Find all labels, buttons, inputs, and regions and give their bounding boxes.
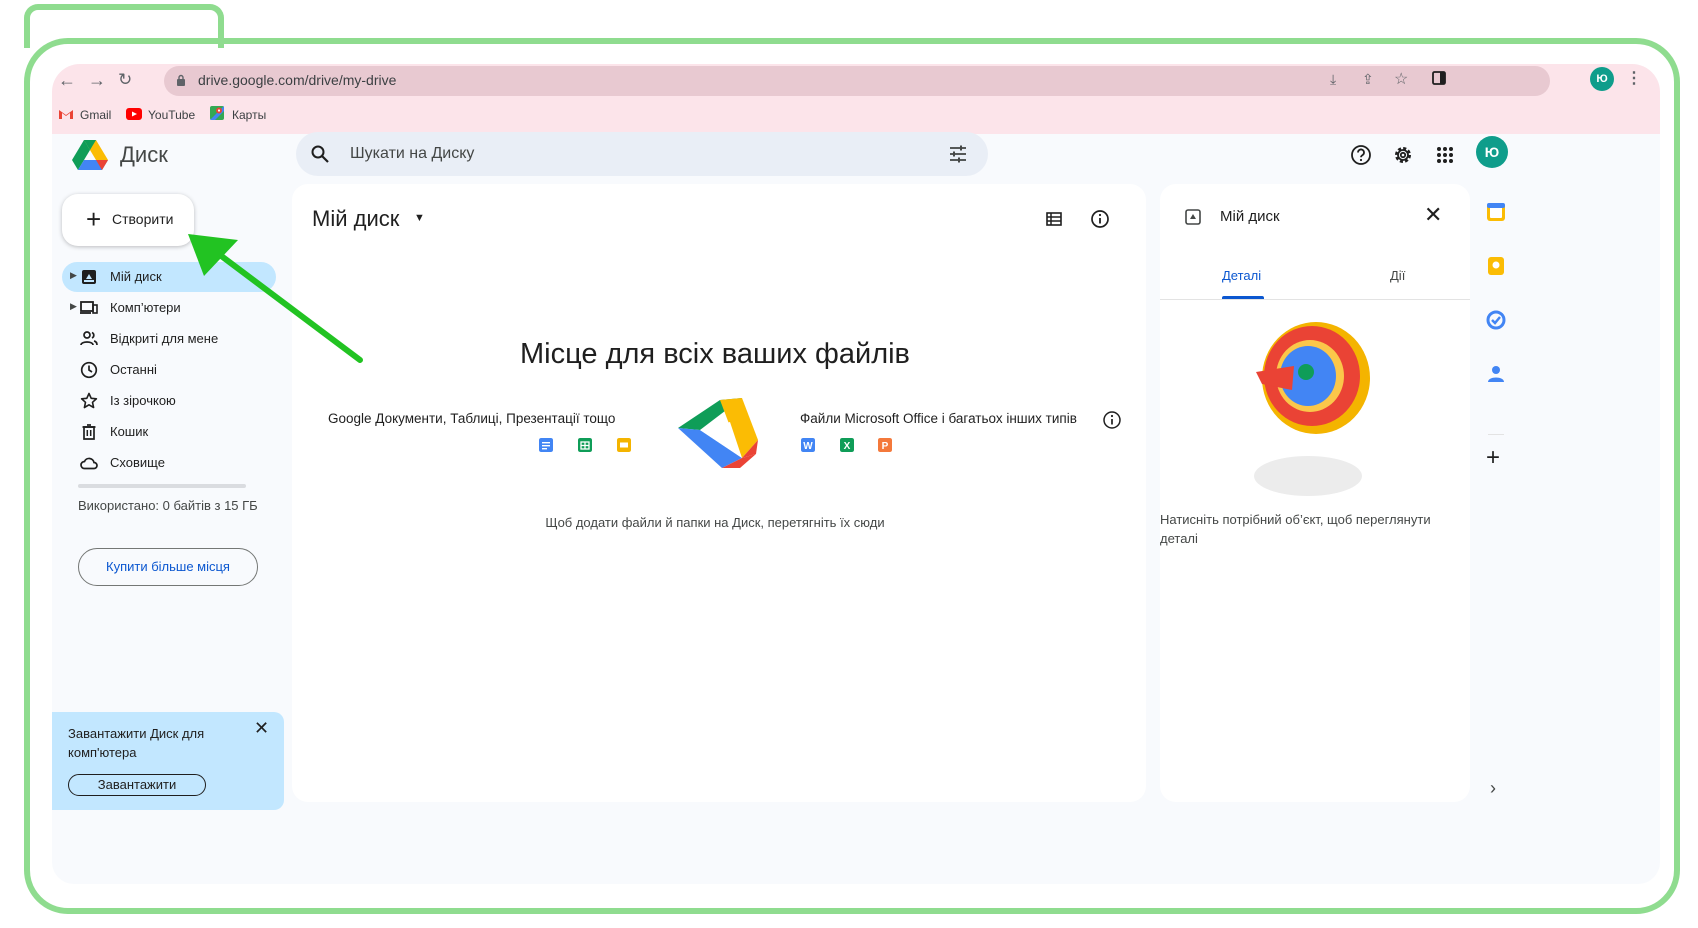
details-empty-illustration <box>1254 322 1370 496</box>
google-apps-caption: Google Документи, Таблиці, Презентації т… <box>328 411 616 426</box>
main-content: Мій диск ▼ Місце для всіх ваших файлів G… <box>292 184 1146 802</box>
sidebar-item-label: Останні <box>110 362 157 377</box>
gmail-icon <box>59 110 73 119</box>
download-button[interactable]: Завантажити <box>68 774 206 796</box>
drive-files-illustration <box>678 398 758 468</box>
chevron-right-icon[interactable]: › <box>1490 778 1496 799</box>
tasks-icon[interactable] <box>1486 310 1506 330</box>
computers-icon <box>80 301 98 314</box>
sidebar-item-label: Мій диск <box>110 269 162 284</box>
keep-icon[interactable] <box>1486 256 1506 276</box>
empty-state-title: Місце для всіх ваших файлів <box>520 338 910 370</box>
promo-text: Завантажити Диск для комп'ютера <box>68 726 205 760</box>
tab-details[interactable]: Деталі <box>1222 268 1261 283</box>
create-button[interactable]: + Створити <box>62 194 194 246</box>
drag-drop-hint: Щоб додати файли й папки на Диск, перетя… <box>545 515 885 530</box>
info-circle-icon[interactable] <box>1102 410 1122 430</box>
calendar-icon[interactable] <box>1486 202 1506 222</box>
search-options-icon[interactable] <box>948 144 968 164</box>
bookmark-youtube[interactable]: YouTube <box>148 108 195 122</box>
expand-caret-icon[interactable]: ▶ <box>70 301 77 312</box>
clock-icon <box>80 361 98 379</box>
install-app-icon[interactable]: ⤓ <box>1330 71 1336 88</box>
sidebar-item-starred[interactable]: Із зірочкою <box>62 386 276 416</box>
google-docs-icon <box>539 438 553 452</box>
account-avatar[interactable]: Ю <box>1476 136 1508 168</box>
forward-arrow-icon[interactable]: → <box>88 70 106 91</box>
shared-icon <box>80 331 98 346</box>
word-letter: W <box>803 441 813 452</box>
powerpoint-icon: P <box>878 438 892 452</box>
add-addon-icon[interactable]: + <box>1486 444 1500 472</box>
browser-profile-avatar[interactable]: Ю <box>1590 67 1614 91</box>
sidebar-item-label: Із зірочкою <box>110 393 176 408</box>
close-icon[interactable]: ✕ <box>254 718 269 739</box>
browser-toolbar: ← → ↻ drive.google.com/drive/my-drive ⤓ … <box>52 64 1660 134</box>
page-title[interactable]: Мій диск <box>312 206 399 232</box>
settings-gear-icon[interactable] <box>1392 144 1414 166</box>
storage-usage-text: Використано: 0 байтів з 15 ГБ <box>78 498 258 513</box>
cloud-icon <box>80 457 98 470</box>
sidebar-item-storage[interactable]: Сховище <box>62 448 276 478</box>
list-view-icon[interactable] <box>1046 212 1062 226</box>
expand-caret-icon[interactable]: ▶ <box>70 270 77 281</box>
details-title: Мій диск <box>1220 208 1280 225</box>
browser-menu-icon[interactable]: ⋮ <box>1626 68 1642 88</box>
my-drive-icon <box>1185 209 1201 225</box>
excel-icon: X <box>840 438 854 452</box>
sidebar-item-label: Комп’ютери <box>110 300 181 315</box>
info-icon[interactable] <box>1090 209 1110 229</box>
office-files-caption: Файли Microsoft Office і багатьох інших … <box>800 411 1077 426</box>
back-arrow-icon[interactable]: ← <box>58 70 76 91</box>
plus-icon: + <box>86 204 102 234</box>
side-panel-icon[interactable] <box>1432 71 1446 85</box>
apps-grid-icon[interactable] <box>1434 144 1456 166</box>
trash-icon <box>82 424 96 440</box>
excel-letter: X <box>844 441 851 452</box>
sidebar-item-label: Сховище <box>110 455 165 470</box>
contacts-icon[interactable] <box>1486 364 1506 384</box>
close-icon[interactable]: ✕ <box>1424 202 1442 228</box>
bookmark-maps[interactable]: Карты <box>232 108 266 122</box>
google-sheets-icon <box>578 438 592 452</box>
google-slides-icon <box>617 438 631 452</box>
annotation-arrow <box>188 234 363 363</box>
youtube-icon <box>126 108 142 120</box>
share-icon[interactable]: ⇪ <box>1362 71 1374 88</box>
drive-logo-icon[interactable] <box>72 138 108 170</box>
reload-icon[interactable]: ↻ <box>118 70 132 90</box>
buy-storage-button[interactable]: Купити більше місця <box>78 548 258 586</box>
bookmark-gmail[interactable]: Gmail <box>80 108 111 122</box>
lock-icon <box>177 74 185 86</box>
sidebar-item-label: Кошик <box>110 424 149 439</box>
create-label: Створити <box>112 211 174 227</box>
storage-usage-bar <box>78 484 246 488</box>
word-icon: W <box>801 438 815 452</box>
bookmark-star-icon[interactable]: ☆ <box>1394 69 1408 89</box>
powerpoint-letter: P <box>882 441 889 452</box>
desktop-promo-banner: Завантажити Диск для комп'ютера ✕ Завант… <box>52 712 284 810</box>
details-empty-text: Натисніть потрібний об’єкт, щоб переглян… <box>1160 512 1431 546</box>
rail-divider <box>1488 434 1504 435</box>
my-drive-icon <box>82 270 96 284</box>
divider <box>1160 299 1470 300</box>
browser-window: ← → ↻ drive.google.com/drive/my-drive ⤓ … <box>52 64 1660 884</box>
app-name[interactable]: Диск <box>120 142 168 168</box>
chevron-down-icon[interactable]: ▼ <box>414 212 425 224</box>
maps-icon <box>210 106 224 120</box>
help-icon[interactable] <box>1350 144 1372 166</box>
details-panel: Мій диск ✕ Деталі Дії Натисніть потрібни… <box>1160 184 1470 802</box>
search-icon[interactable] <box>310 144 330 164</box>
tab-activity[interactable]: Дії <box>1390 268 1405 283</box>
star-icon <box>80 392 98 409</box>
search-input[interactable]: Шукати на Диску <box>350 145 474 163</box>
sidebar-item-trash[interactable]: Кошик <box>62 417 276 447</box>
url-text[interactable]: drive.google.com/drive/my-drive <box>198 72 396 88</box>
